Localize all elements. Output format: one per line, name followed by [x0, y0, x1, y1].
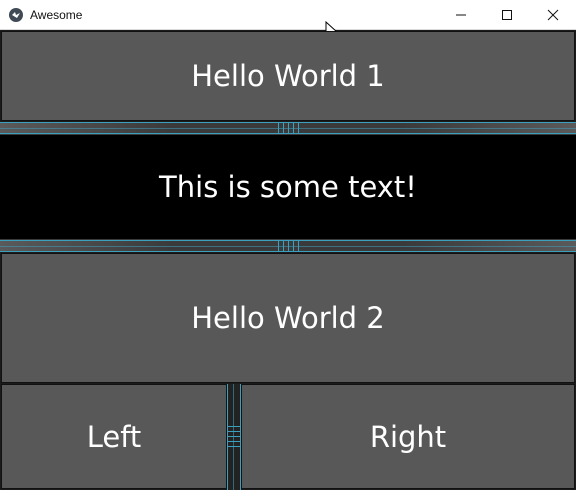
minimize-icon [456, 14, 466, 16]
splitter-grip-icon [276, 123, 300, 133]
text-display-area: This is some text! [0, 134, 576, 240]
maximize-icon [502, 10, 512, 20]
left-label: Left [86, 419, 142, 454]
splitter-grip-icon [228, 424, 240, 448]
splitter-grip-icon [276, 241, 300, 251]
horizontal-splitter-top[interactable] [0, 122, 576, 134]
close-button[interactable] [530, 0, 576, 30]
hello-world-2-label: Hello World 2 [191, 301, 385, 335]
right-label: Right [369, 419, 447, 454]
hello-world-1-label: Hello World 1 [191, 59, 385, 93]
text-display-content: This is some text! [159, 170, 417, 204]
left-button[interactable]: Left [1, 384, 227, 489]
window-title: Awesome [30, 8, 83, 22]
vertical-splitter[interactable] [227, 384, 241, 490]
right-button[interactable]: Right [241, 384, 575, 489]
hello-world-2-button[interactable]: Hello World 2 [1, 253, 575, 383]
minimize-button[interactable] [438, 0, 484, 30]
app-icon [9, 8, 23, 22]
window-titlebar[interactable]: Awesome [0, 0, 576, 41]
maximize-button[interactable] [484, 0, 530, 30]
close-icon [547, 9, 559, 21]
hello-world-1-button[interactable]: Hello World 1 [1, 31, 575, 121]
horizontal-splitter-bottom[interactable] [0, 240, 576, 252]
